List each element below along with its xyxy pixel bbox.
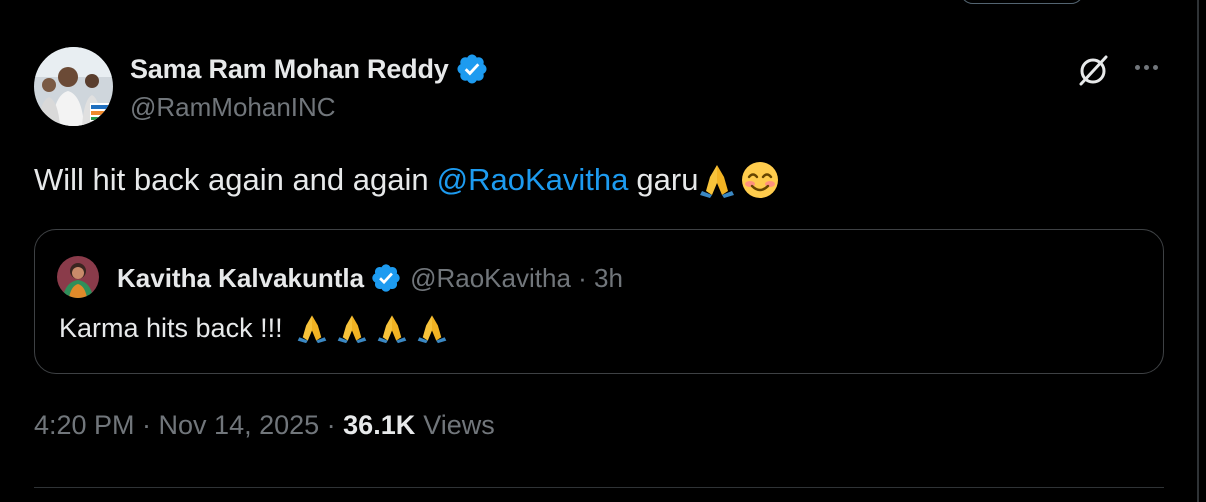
quoted-text-body: Karma hits back !!! [59,312,283,343]
folded-hands-emoji-icon [417,315,446,344]
column-divider [1197,0,1199,502]
author-avatar-image [34,47,113,126]
more-button[interactable] [1128,52,1164,82]
more-icon-dot [1152,64,1158,70]
more-icon-dot [1134,64,1140,70]
grok-button[interactable] [1074,52,1112,90]
quoted-avatar-image [57,256,99,298]
verified-badge-icon[interactable] [370,262,402,294]
tweet-timestamp[interactable]: 4:20 PM · Nov 14, 2025 · [34,410,343,441]
views-count: 36.1K [343,410,416,440]
quoted-author-name[interactable]: Kavitha Kalvakuntla [117,263,364,294]
mention-link[interactable]: @RaoKavitha [437,162,629,198]
folded-hands-emoji-icon [337,315,366,344]
quoted-emojis [293,312,451,344]
tweet-text-suffix: garu [636,162,699,197]
quoted-handle-time[interactable]: @RaoKavitha · 3h [410,263,623,294]
author-name-row: Sama Ram Mohan Reddy [130,52,489,86]
tweet-text-prefix: Will hit back again and again [34,162,429,197]
top-pill-button[interactable] [960,0,1084,4]
folded-hands-emoji-icon [700,165,735,198]
author-handle[interactable]: @RamMohanINC [130,92,336,123]
quoted-author-row: Kavitha Kalvakuntla @RaoKavitha · 3h [117,260,623,296]
quoted-author-avatar[interactable] [57,256,99,298]
views-label: Views [423,410,495,440]
more-icon-dot [1143,64,1149,70]
verified-badge-icon[interactable] [455,52,489,86]
quoted-tweet-text: Karma hits back !!! [59,312,451,344]
author-name[interactable]: Sama Ram Mohan Reddy [130,54,449,85]
author-avatar[interactable] [34,47,113,126]
divider [34,487,1164,488]
tweet-meta: 4:20 PM · Nov 14, 2025 · 36.1K Views [34,410,495,441]
smiling-face-emoji-icon [742,162,779,198]
folded-hands-emoji-icon [377,315,406,344]
quoted-tweet-card[interactable]: Kavitha Kalvakuntla @RaoKavitha · 3h Kar… [34,229,1164,374]
grok-icon [1079,55,1108,86]
folded-hands-emoji-icon [297,315,326,344]
tweet-text: Will hit back again and again @RaoKavith… [34,160,780,200]
